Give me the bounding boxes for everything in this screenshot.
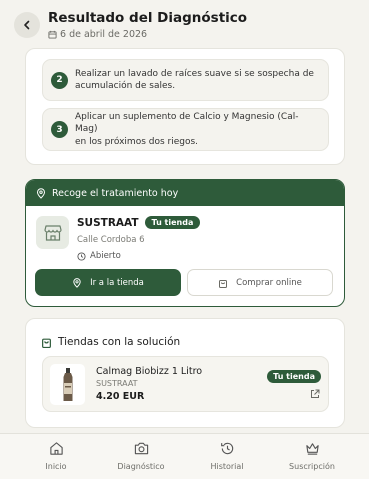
step-item: 3 Aplicar un suplemento de Calcio y Magn… bbox=[42, 108, 329, 151]
tab-home[interactable]: Inicio bbox=[16, 441, 96, 471]
store-details: SUSTRAAT Tu tienda Calle Cordoba 6 Abier… bbox=[77, 216, 201, 261]
your-store-badge: Tu tienda bbox=[267, 370, 321, 383]
page-title: Resultado del Diagnóstico bbox=[48, 10, 248, 26]
calendar-icon bbox=[48, 30, 57, 39]
tab-label: Historial bbox=[210, 462, 244, 471]
step-text: Realizar un lavado de raíces suave si se… bbox=[75, 68, 314, 93]
store-name: SUSTRAAT bbox=[77, 216, 139, 229]
title-block: Resultado del Diagnóstico 6 de abril de … bbox=[48, 10, 247, 40]
step-number: 3 bbox=[51, 121, 68, 138]
your-store-badge: Tu tienda bbox=[144, 216, 201, 229]
treatment-steps-card: 2 Realizar un lavado de raíces suave si … bbox=[25, 48, 345, 165]
shopping-bag-icon bbox=[219, 279, 228, 288]
chevron-left-icon bbox=[24, 20, 30, 30]
store-icon-box bbox=[36, 216, 69, 249]
home-icon bbox=[49, 442, 63, 455]
location-pin-icon bbox=[36, 187, 46, 199]
step-text: Aplicar un suplemento de Calcio y Magnes… bbox=[75, 111, 320, 149]
step-text-line: Realizar un lavado de raíces suave si se… bbox=[75, 68, 314, 79]
product-item[interactable]: Calmag Biobizz 1 Litro SUSTRAAT 4.20 EUR… bbox=[42, 356, 329, 412]
history-icon bbox=[220, 442, 233, 455]
go-to-store-label: Ir a la tienda bbox=[90, 277, 144, 288]
pickup-card: Recoge el tratamiento hoy SUSTRAAT Tu ti… bbox=[25, 179, 345, 307]
external-link-icon[interactable] bbox=[310, 389, 320, 399]
camera-icon bbox=[134, 442, 148, 455]
product-shop: SUSTRAAT bbox=[96, 379, 138, 388]
tab-label: Inicio bbox=[45, 462, 67, 471]
solution-stores-card: Tiendas con la solución Calmag Biobizz 1… bbox=[25, 318, 345, 428]
shopping-bag-icon bbox=[42, 338, 51, 348]
step-item: 2 Realizar un lavado de raíces suave si … bbox=[42, 59, 329, 101]
header: Resultado del Diagnóstico 6 de abril de … bbox=[0, 0, 369, 50]
store-info-row: SUSTRAAT Tu tienda Calle Cordoba 6 Abier… bbox=[36, 216, 201, 261]
tab-history[interactable]: Historial bbox=[187, 441, 267, 471]
step-text-line: acumulación de sales. bbox=[75, 81, 176, 91]
pickup-header: Recoge el tratamiento hoy bbox=[26, 180, 344, 206]
tab-diagnosis[interactable]: Diagnóstico bbox=[101, 441, 181, 471]
product-image bbox=[50, 364, 85, 405]
tab-label: Suscripción bbox=[289, 462, 335, 471]
step-text-line: en los próximos dos riegos. bbox=[75, 136, 199, 147]
tab-subscription[interactable]: Suscripción bbox=[272, 441, 352, 471]
step-text-line: Aplicar un suplemento de Calcio y Magnes… bbox=[75, 111, 299, 135]
store-status-text: Abierto bbox=[90, 251, 121, 261]
buy-online-button[interactable]: Comprar online bbox=[187, 269, 333, 296]
pickup-heading: Recoge el tratamiento hoy bbox=[52, 187, 179, 199]
solution-heading: Tiendas con la solución bbox=[58, 336, 181, 348]
diagnosis-date: 6 de abril de 2026 bbox=[48, 29, 247, 40]
solution-header: Tiendas con la solución bbox=[41, 336, 180, 348]
back-button[interactable] bbox=[14, 12, 40, 38]
tab-label: Diagnóstico bbox=[117, 462, 165, 471]
bottom-tab-bar: Inicio Diagnóstico Historial Suscripción bbox=[0, 433, 369, 479]
store-icon bbox=[43, 224, 62, 241]
bottle-icon bbox=[63, 367, 72, 401]
store-address: Calle Cordoba 6 bbox=[77, 235, 145, 245]
product-name: Calmag Biobizz 1 Litro bbox=[96, 366, 203, 377]
crown-icon bbox=[305, 443, 319, 455]
date-text: 6 de abril de 2026 bbox=[60, 29, 148, 40]
store-status: Abierto bbox=[77, 251, 200, 261]
buy-online-label: Comprar online bbox=[236, 277, 302, 288]
clock-icon bbox=[77, 251, 86, 261]
step-number: 2 bbox=[51, 71, 68, 89]
go-to-store-button[interactable]: Ir a la tienda bbox=[35, 269, 181, 296]
product-price: 4.20 EUR bbox=[96, 391, 145, 402]
location-pin-icon bbox=[73, 277, 81, 288]
store-name-line: SUSTRAAT Tu tienda bbox=[77, 216, 201, 229]
